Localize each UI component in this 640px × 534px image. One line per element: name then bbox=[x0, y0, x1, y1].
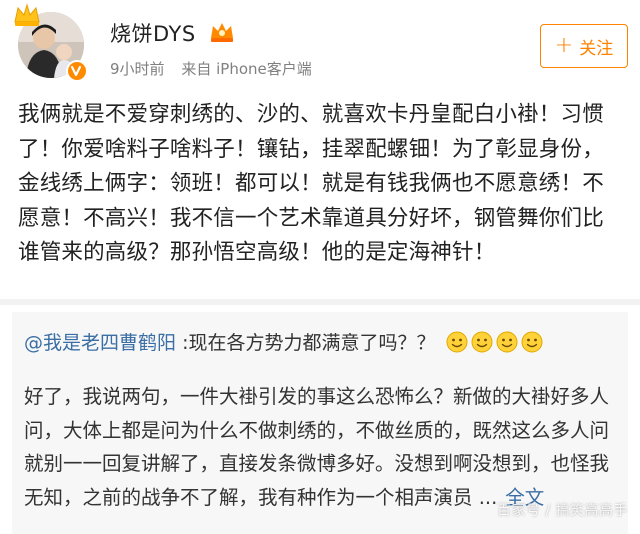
mention-link[interactable]: @我是老四曹鹤阳 bbox=[24, 332, 176, 354]
smile-emoji-icon bbox=[521, 331, 543, 353]
repost-header: @我是老四曹鹤阳 :现在各方势力都满意了吗？？ bbox=[24, 328, 543, 355]
repost-text: :现在各方势力都满意了吗？？ bbox=[182, 332, 436, 354]
source-prefix: 来自 bbox=[181, 60, 212, 78]
vip-crown-icon[interactable] bbox=[208, 20, 236, 44]
post-text: 我俩就是不爱穿刺绣的、沙的、就喜欢卡丹皇配白小褂！习惯了！你爱啥料子啥料子！镶钻… bbox=[18, 102, 604, 265]
post-header: 烧饼DYS 9小时前 来自 iPhone客户端 + 关注 bbox=[0, 0, 640, 92]
emoji-row bbox=[446, 331, 543, 353]
user-name[interactable]: 烧饼DYS bbox=[110, 18, 196, 48]
avatar-container[interactable] bbox=[14, 3, 88, 82]
plus-icon: + bbox=[554, 33, 574, 58]
verified-badge-icon bbox=[66, 60, 88, 82]
follow-button[interactable]: + 关注 bbox=[540, 24, 628, 68]
source-device: iPhone客户端 bbox=[216, 60, 312, 78]
watermark: 百家号 / 搞笑高高手 bbox=[496, 503, 628, 519]
post-meta: 9小时前 来自 iPhone客户端 bbox=[110, 58, 312, 79]
smile-emoji-icon bbox=[446, 331, 468, 353]
follow-label: 关注 bbox=[579, 38, 614, 59]
smile-emoji-icon bbox=[471, 331, 493, 353]
smile-emoji-icon bbox=[496, 331, 518, 353]
quoted-text: 好了，我说两句，一件大褂引发的事这么恐怖么？新做的大褂好多人问，大体上都是问为什… bbox=[24, 380, 618, 514]
crown-icon bbox=[14, 3, 40, 26]
post-time: 9小时前 bbox=[110, 60, 165, 78]
divider bbox=[0, 299, 640, 305]
